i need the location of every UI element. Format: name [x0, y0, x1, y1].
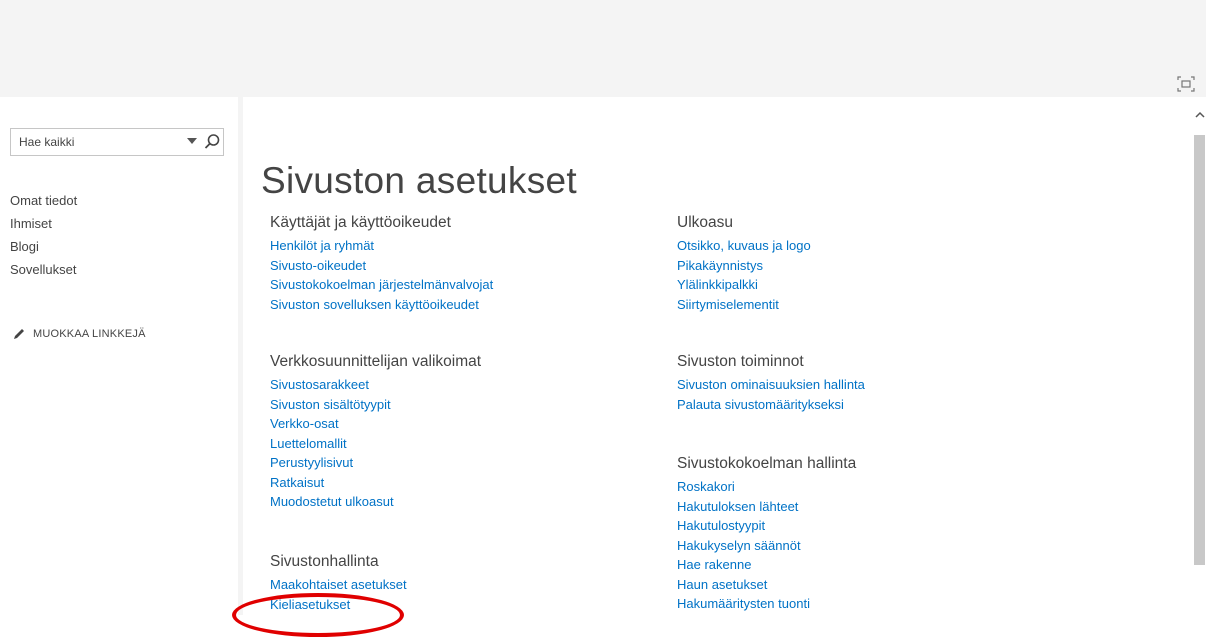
- nav-item-omat-tiedot[interactable]: Omat tiedot: [10, 189, 77, 212]
- link-app-permissions[interactable]: Sivuston sovelluksen käyttöoikeudet: [270, 295, 493, 315]
- link-result-types[interactable]: Hakutulostyypit: [677, 516, 856, 536]
- left-navigation-panel: [0, 97, 238, 615]
- link-recycle-bin[interactable]: Roskakori: [677, 477, 856, 497]
- quick-launch: Omat tiedot Ihmiset Blogi Sovellukset: [10, 189, 77, 281]
- link-collection-admins[interactable]: Sivustokokoelman järjestelmänvalvojat: [270, 275, 493, 295]
- link-composed-looks[interactable]: Muodostetut ulkoasut: [270, 492, 481, 512]
- link-regional-settings[interactable]: Maakohtaiset asetukset: [270, 575, 407, 595]
- link-quick-launch[interactable]: Pikakäynnistys: [677, 256, 811, 276]
- link-web-parts[interactable]: Verkko-osat: [270, 414, 481, 434]
- link-site-permissions[interactable]: Sivusto-oikeudet: [270, 256, 493, 276]
- section-site-actions: Sivuston toiminnot Sivuston ominaisuuksi…: [677, 352, 865, 414]
- pencil-icon: [12, 327, 26, 341]
- section-heading: Sivuston toiminnot: [677, 353, 804, 370]
- scrollbar-thumb[interactable]: [1194, 135, 1205, 565]
- link-master-pages[interactable]: Perustyylisivut: [270, 453, 481, 473]
- section-heading: Käyttäjät ja käyttöoikeudet: [270, 214, 451, 231]
- search-box: [10, 128, 224, 156]
- search-icon[interactable]: [203, 133, 221, 151]
- section-heading: Verkkosuunnittelijan valikoimat: [270, 353, 482, 370]
- link-solutions[interactable]: Ratkaisut: [270, 473, 481, 493]
- section-users: Käyttäjät ja käyttöoikeudet Henkilöt ja …: [270, 213, 493, 314]
- edit-links-button[interactable]: MUOKKAA LINKKEJÄ: [33, 328, 146, 340]
- link-navigation-elements[interactable]: Siirtymiselementit: [677, 295, 811, 315]
- focus-mode-icon[interactable]: [1177, 76, 1195, 92]
- nav-item-sovellukset[interactable]: Sovellukset: [10, 258, 77, 281]
- section-gallery: Verkkosuunnittelijan valikoimat Sivustos…: [270, 352, 481, 512]
- link-result-sources[interactable]: Hakutuloksen lähteet: [677, 497, 856, 517]
- link-list-templates[interactable]: Luettelomallit: [270, 434, 481, 454]
- section-look-and-feel: Ulkoasu Otsikko, kuvaus ja logo Pikakäyn…: [677, 213, 811, 314]
- link-manage-features[interactable]: Sivuston ominaisuuksien hallinta: [677, 375, 865, 395]
- red-highlight-ellipse: [232, 593, 404, 637]
- link-search-schema[interactable]: Hae rakenne: [677, 555, 856, 575]
- link-top-link-bar[interactable]: Ylälinkkipalkki: [677, 275, 811, 295]
- nav-item-ihmiset[interactable]: Ihmiset: [10, 212, 77, 235]
- section-heading: Sivustokokoelman hallinta: [677, 455, 857, 472]
- suite-top-bar: [0, 0, 1206, 97]
- scroll-up-icon[interactable]: [1193, 110, 1206, 122]
- section-heading: Sivustonhallinta: [270, 553, 379, 570]
- link-search-config-import[interactable]: Hakumääritysten tuonti: [677, 594, 856, 614]
- link-search-settings[interactable]: Haun asetukset: [677, 575, 856, 595]
- link-site-columns[interactable]: Sivustosarakkeet: [270, 375, 481, 395]
- section-collection-admin: Sivustokokoelman hallinta Roskakori Haku…: [677, 454, 856, 614]
- link-query-rules[interactable]: Hakukyselyn säännöt: [677, 536, 856, 556]
- search-input[interactable]: [11, 129, 171, 155]
- section-heading: Ulkoasu: [677, 214, 733, 231]
- nav-item-blogi[interactable]: Blogi: [10, 235, 77, 258]
- chevron-down-icon[interactable]: [187, 138, 197, 144]
- link-content-types[interactable]: Sivuston sisältötyypit: [270, 395, 481, 415]
- page-title: Sivuston asetukset: [261, 160, 577, 201]
- link-title-description-logo[interactable]: Otsikko, kuvaus ja logo: [677, 236, 811, 256]
- link-people-groups[interactable]: Henkilöt ja ryhmät: [270, 236, 493, 256]
- link-reset-definition[interactable]: Palauta sivustomääritykseksi: [677, 395, 865, 415]
